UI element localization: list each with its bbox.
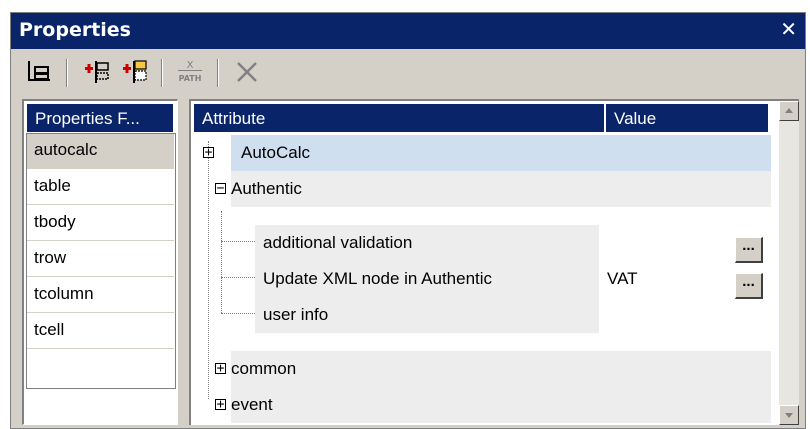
list-item-autocalc[interactable]: autocalc (26, 133, 174, 169)
table-row[interactable]: user info (255, 297, 599, 333)
scroll-down-button[interactable] (779, 405, 799, 425)
row-label: event (231, 395, 273, 414)
xpath-icon[interactable]: X PATH (175, 57, 203, 87)
table-row[interactable]: Update XML node in Authentic (255, 261, 599, 297)
row-label: user info (263, 305, 329, 324)
value-column-header[interactable]: Value (605, 103, 769, 133)
list-item-tcolumn[interactable]: tcolumn (26, 277, 174, 313)
add-attribute-icon[interactable] (83, 57, 111, 87)
window-title: Properties (19, 19, 131, 41)
row-label: AutoCalc (241, 143, 310, 162)
table-row[interactable]: Authentic (231, 171, 771, 207)
value-cell[interactable] (599, 225, 733, 261)
list-item-tcell[interactable]: tcell (26, 313, 174, 349)
value-cell[interactable]: VAT (599, 261, 733, 297)
ellipsis-button[interactable]: ... (735, 237, 763, 263)
svg-text:PATH: PATH (179, 74, 202, 83)
toolbar: X PATH (11, 49, 805, 95)
expand-icon[interactable]: + (203, 146, 214, 159)
ellipsis-button[interactable]: ... (735, 273, 763, 299)
expand-icon[interactable]: + (215, 398, 226, 411)
value-cell[interactable] (599, 297, 733, 333)
scroll-up-button[interactable] (779, 101, 799, 121)
table-row[interactable]: common (231, 351, 771, 387)
row-label: Authentic (231, 179, 302, 198)
table-row[interactable]: additional validation (255, 225, 599, 261)
properties-window: Properties ✕ X PATH Properties F... auto… (10, 12, 806, 429)
list-item-tbody[interactable]: tbody (26, 205, 174, 241)
vertical-scrollbar[interactable] (779, 101, 799, 425)
attribute-column-header[interactable]: Attribute (193, 103, 605, 133)
element-list-header[interactable]: Properties F... (26, 103, 174, 133)
delete-icon[interactable] (233, 57, 261, 87)
row-label: additional validation (263, 233, 413, 252)
list-item-table[interactable]: table (26, 169, 174, 205)
table-row[interactable]: event (231, 387, 771, 423)
list-item-trow[interactable]: trow (26, 241, 174, 277)
row-label: Update XML node in Authentic (263, 269, 493, 288)
collapse-icon[interactable]: − (215, 182, 226, 195)
expand-icon[interactable]: + (215, 362, 226, 375)
attribute-grid: Attribute Value AutoCalc + Authentic − a… (189, 99, 799, 425)
tree-view-icon[interactable] (25, 57, 53, 87)
add-attribute-group-icon[interactable] (121, 57, 149, 87)
table-row[interactable]: AutoCalc (231, 135, 771, 171)
row-label: common (231, 359, 297, 378)
close-icon[interactable]: ✕ (780, 17, 797, 41)
title-bar: Properties ✕ (11, 13, 805, 49)
element-list-panel: Properties F... autocalc table tbody tro… (22, 99, 178, 425)
svg-text:X: X (187, 60, 194, 71)
